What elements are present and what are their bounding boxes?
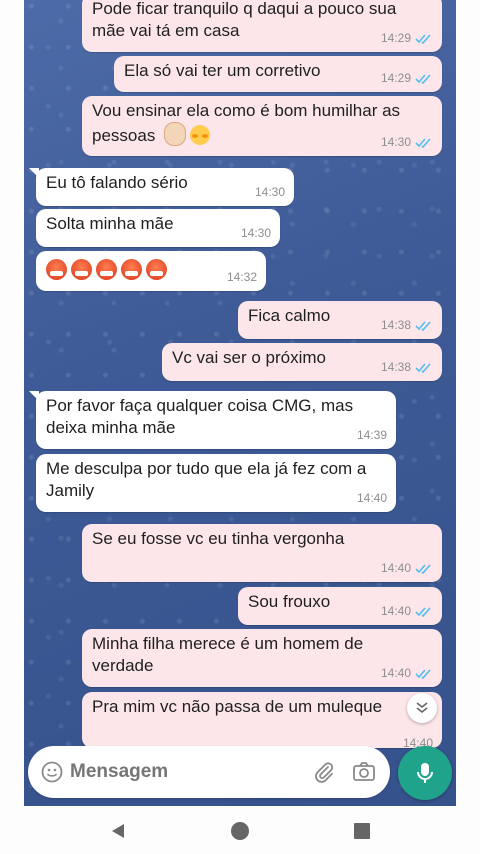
message-meta: 14:40 [381, 662, 433, 684]
read-ticks-icon [415, 606, 431, 617]
message-text: Me desculpa por tudo que ela já fez com … [46, 459, 367, 500]
angry-face-emoji-icon [71, 259, 92, 280]
attach-icon [315, 762, 334, 783]
scroll-to-bottom-button[interactable] [407, 693, 437, 723]
message-bubble-outgoing[interactable]: Fica calmo 14:38 [238, 301, 442, 339]
message-meta: 14:32 [227, 266, 257, 288]
message-time: 14:38 [380, 318, 411, 332]
chevron-double-down-icon [416, 702, 428, 714]
message-bubble-outgoing[interactable]: Ela só vai ter um corretivo 14:29 [114, 56, 442, 92]
message-meta: 14:39 [357, 424, 387, 446]
message-time: 14:40 [380, 666, 411, 680]
message-meta: 14:29 [381, 27, 433, 49]
read-ticks-icon [415, 320, 431, 331]
message-bubble-outgoing[interactable]: Pode ficar tranquilo q daqui a pouco sua… [82, 0, 442, 52]
home-button[interactable] [229, 820, 251, 842]
back-icon [112, 824, 124, 838]
message-time: 14:32 [226, 270, 257, 284]
read-ticks-icon [415, 137, 431, 148]
system-navigation-bar [0, 806, 480, 854]
ok-hand-emoji-icon [164, 122, 187, 146]
message-bubble-outgoing[interactable]: Sou frouxo 14:40 [238, 587, 442, 625]
message-bubble-incoming[interactable]: Me desculpa por tudo que ela já fez com … [36, 454, 396, 512]
message-time: 14:29 [380, 31, 411, 45]
flushed-face-emoji-icon [190, 125, 211, 145]
emoji-button[interactable] [40, 760, 64, 784]
message-bubble-outgoing[interactable]: Minha filha merece é um homem de verdade… [82, 629, 442, 687]
message-composer[interactable] [28, 746, 390, 798]
message-meta: 14:30 [381, 131, 433, 153]
angry-emoji-row [46, 255, 256, 282]
message-bubble-outgoing[interactable]: Vc vai ser o próximo 14:38 [162, 343, 442, 381]
message-meta: 14:29 [381, 67, 433, 89]
emoji-icon [41, 761, 63, 783]
angry-face-emoji-icon [46, 259, 67, 280]
message-meta: 14:30 [255, 181, 285, 203]
message-bubble-outgoing[interactable]: Vou ensinar ela como é bom humilhar as p… [82, 96, 442, 156]
message-bubble-incoming[interactable]: Solta minha mãe 14:30 [36, 209, 280, 247]
message-meta: 14:40 [357, 487, 387, 509]
read-ticks-icon [415, 563, 431, 574]
message-meta: 14:40 [381, 557, 433, 579]
message-bubble-incoming[interactable]: Eu tô falando sério 14:30 [29, 168, 294, 206]
message-bubble-outgoing[interactable]: Pra mim vc não passa de um muleque 14:40 [82, 692, 442, 750]
message-text: Pode ficar tranquilo q daqui a pouco sua… [92, 0, 397, 40]
recents-button[interactable] [351, 820, 373, 842]
message-text: Por favor faça qualquer coisa CMG, mas d… [46, 396, 354, 437]
read-ticks-icon [415, 362, 431, 373]
message-meta: 14:38 [381, 314, 433, 336]
message-text: Eu tô falando sério [46, 173, 188, 192]
read-ticks-icon [415, 73, 431, 84]
camera-icon [353, 762, 375, 781]
message-bubble-incoming[interactable]: Por favor faça qualquer coisa CMG, mas d… [29, 391, 396, 449]
angry-face-emoji-icon [146, 259, 167, 280]
message-time: 14:30 [240, 226, 271, 240]
read-ticks-icon [415, 668, 431, 679]
message-text: Pra mim vc não passa de um muleque [92, 697, 383, 716]
message-meta: 14:30 [241, 222, 271, 244]
message-time: 14:40 [380, 604, 411, 618]
mic-icon [417, 763, 433, 783]
read-ticks-icon [415, 33, 431, 44]
message-time: 14:38 [380, 360, 411, 374]
message-bubble-outgoing[interactable]: Se eu fosse vc eu tinha vergonha 14:40 [82, 524, 442, 582]
back-button[interactable] [107, 820, 129, 842]
attach-button[interactable] [311, 759, 337, 785]
recents-icon [354, 823, 370, 839]
message-time: 14:39 [356, 428, 387, 442]
message-text: Solta minha mãe [46, 214, 174, 233]
message-time: 14:30 [380, 135, 411, 149]
angry-face-emoji-icon [121, 259, 142, 280]
message-text-content: Vou ensinar ela como é bom humilhar as p… [92, 101, 401, 145]
message-meta: 14:40 [381, 600, 433, 622]
message-text: Se eu fosse vc eu tinha vergonha [92, 529, 345, 548]
message-time: 14:29 [380, 71, 411, 85]
message-time: 14:30 [254, 185, 285, 199]
camera-button[interactable] [351, 759, 377, 785]
angry-face-emoji-icon [96, 259, 117, 280]
message-bubble-incoming[interactable]: 14:32 [36, 251, 266, 291]
message-time: 14:40 [356, 491, 387, 505]
home-icon [231, 822, 249, 840]
message-meta: 14:38 [381, 356, 433, 378]
message-input[interactable] [70, 761, 290, 783]
message-time: 14:40 [380, 561, 411, 575]
voice-record-button[interactable] [398, 746, 452, 800]
message-text: Minha filha merece é um homem de verdade [92, 634, 364, 675]
